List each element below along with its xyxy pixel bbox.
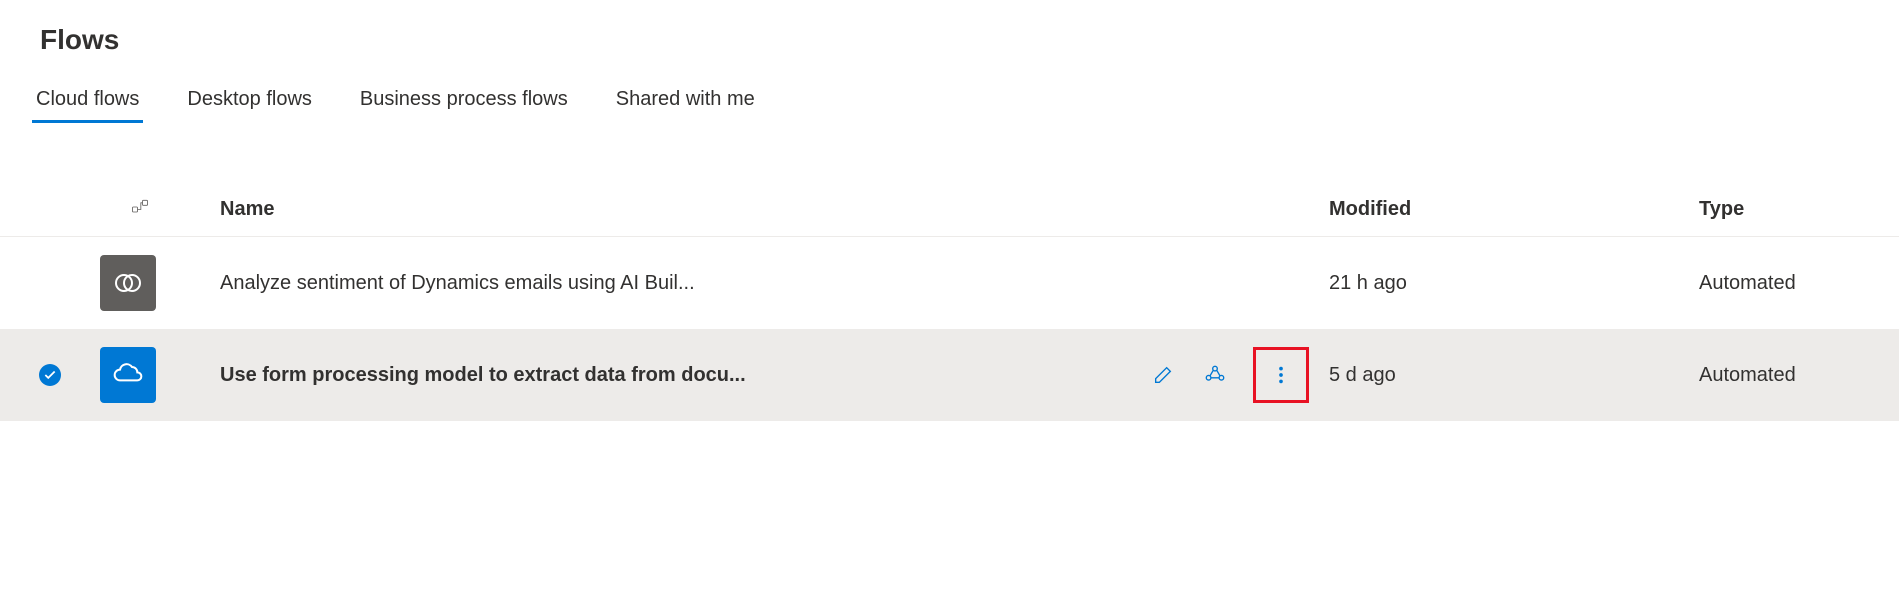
table-row[interactable]: Analyze sentiment of Dynamics emails usi… (0, 237, 1899, 329)
tab-shared-with-me[interactable]: Shared with me (612, 80, 759, 123)
more-actions-button[interactable] (1253, 347, 1309, 403)
flows-table: Name Modified Type Analyze sentiment of … (0, 183, 1899, 421)
column-type[interactable]: Type (1699, 198, 1744, 220)
modified-value: 21 h ago (1329, 272, 1407, 294)
page-title: Flows (0, 0, 1899, 72)
onedrive-icon (100, 347, 156, 403)
dynamics-icon (100, 255, 156, 311)
type-value: Automated (1699, 272, 1796, 294)
modified-value: 5 d ago (1329, 364, 1396, 386)
tab-business-process-flows[interactable]: Business process flows (356, 80, 572, 123)
column-name[interactable]: Name (220, 198, 274, 220)
flow-name[interactable]: Analyze sentiment of Dynamics emails usi… (220, 272, 695, 294)
edit-icon[interactable] (1149, 361, 1177, 389)
table-row[interactable]: Use form processing model to extract dat… (0, 329, 1899, 421)
row-checkbox[interactable] (39, 364, 61, 386)
tab-desktop-flows[interactable]: Desktop flows (183, 80, 316, 123)
share-icon[interactable] (1201, 361, 1229, 389)
tabs: Cloud flows Desktop flows Business proce… (0, 72, 1899, 123)
type-value: Automated (1699, 364, 1796, 386)
flow-name[interactable]: Use form processing model to extract dat… (220, 364, 746, 386)
tab-cloud-flows[interactable]: Cloud flows (32, 80, 143, 123)
flow-type-icon (100, 197, 180, 222)
column-modified[interactable]: Modified (1329, 198, 1411, 220)
table-header: Name Modified Type (0, 183, 1899, 237)
row-checkbox[interactable] (39, 270, 61, 292)
